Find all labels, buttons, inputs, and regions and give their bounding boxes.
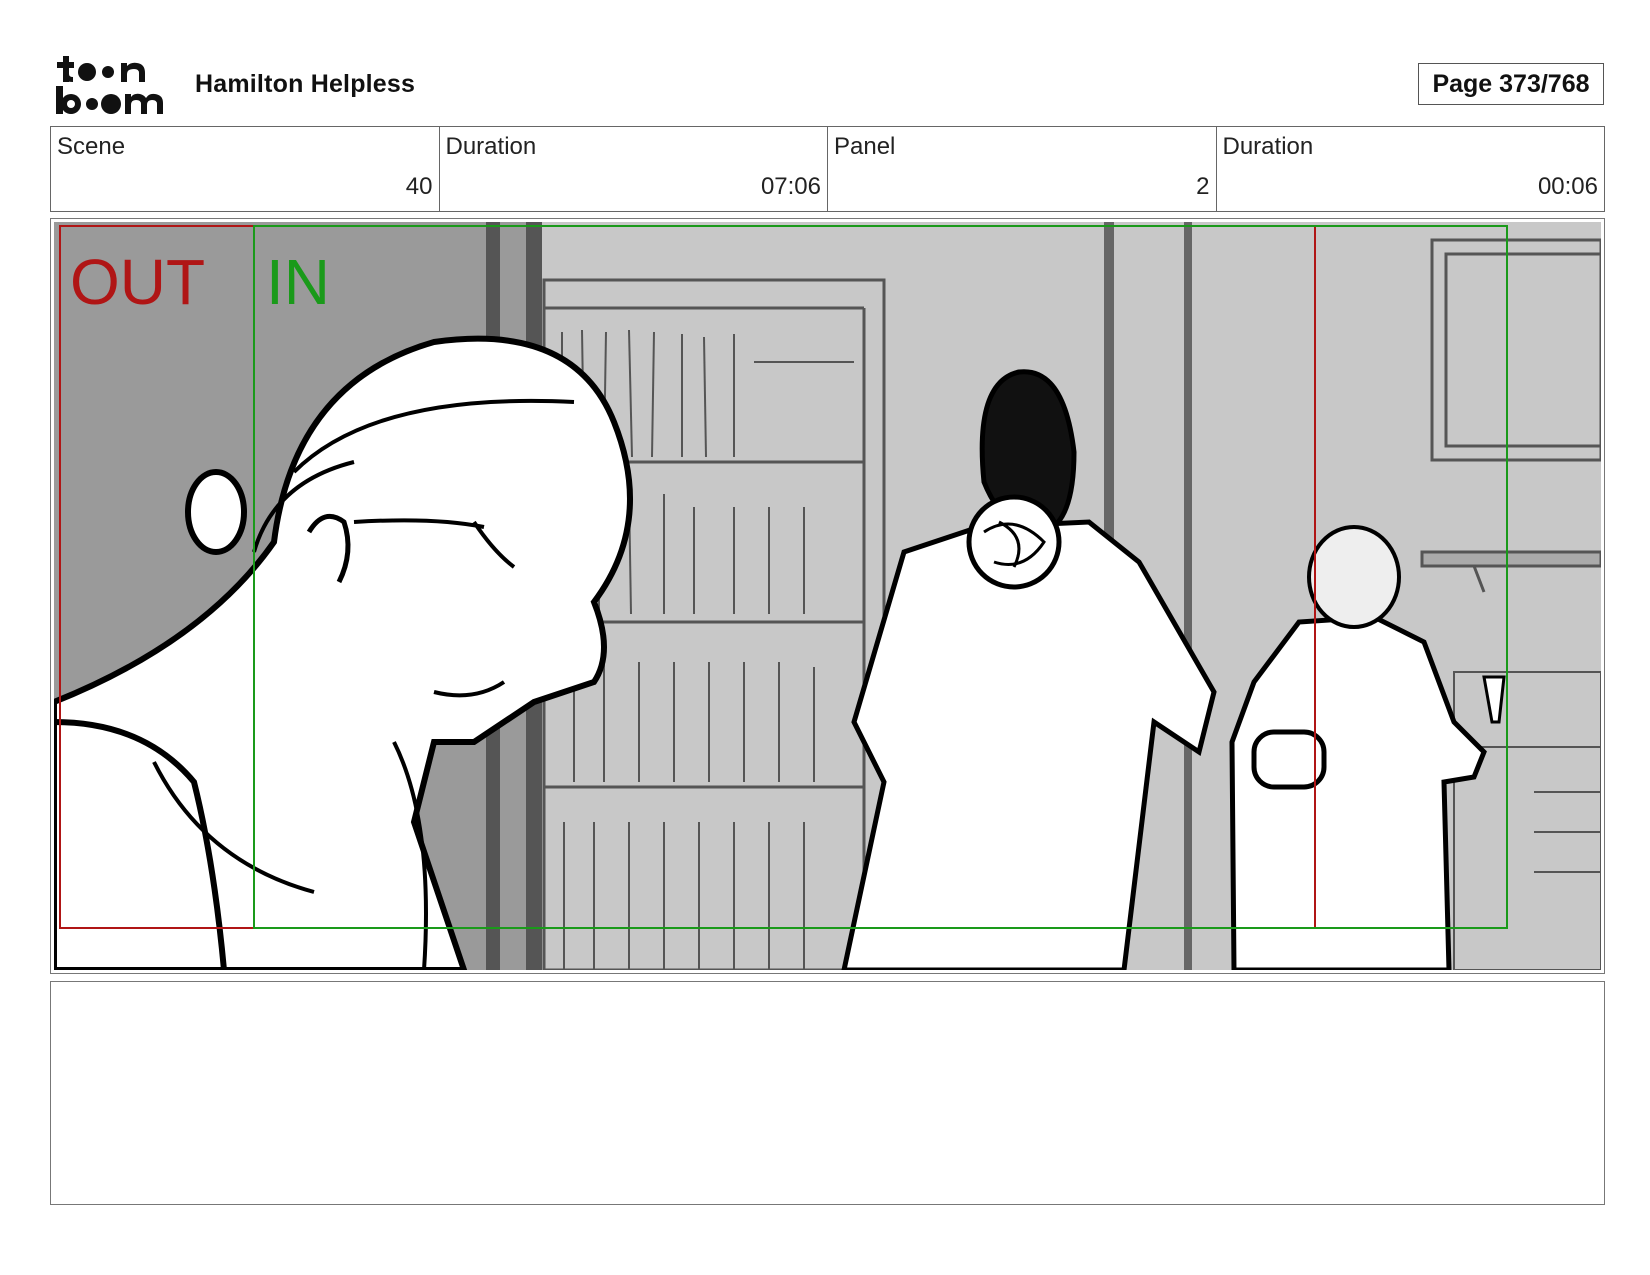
- storyboard-panel: OUT IN: [50, 218, 1605, 974]
- pillar-line-2: [1184, 222, 1192, 970]
- toon-boom-logo: [56, 56, 163, 114]
- page-indicator: Page 373/768: [1418, 63, 1604, 105]
- scene-label: Scene: [57, 133, 126, 160]
- panel-sketch: OUT IN: [54, 222, 1601, 970]
- panel-cell: Panel 2: [828, 127, 1217, 211]
- scene-info-bar: Scene 40 Duration 07:06 Panel 2 Duration…: [50, 126, 1605, 212]
- panel-duration-label: Duration: [1222, 133, 1314, 160]
- scene-duration-label: Duration: [445, 133, 537, 160]
- panel-label: Panel: [834, 133, 896, 160]
- out-label: OUT: [70, 246, 205, 318]
- panel-notes-area: [50, 981, 1605, 1205]
- scene-duration-cell: Duration 07:06: [440, 127, 828, 211]
- scene-number: 40: [405, 173, 433, 200]
- in-label: IN: [266, 246, 330, 318]
- panel-duration-cell: Duration 00:06: [1217, 127, 1605, 211]
- scene-duration-value: 07:06: [760, 173, 821, 200]
- project-title: Hamilton Helpless: [195, 70, 416, 98]
- scene-cell: Scene 40: [51, 127, 440, 211]
- panel-number: 2: [1196, 173, 1210, 200]
- panel-duration-value: 00:06: [1537, 173, 1598, 200]
